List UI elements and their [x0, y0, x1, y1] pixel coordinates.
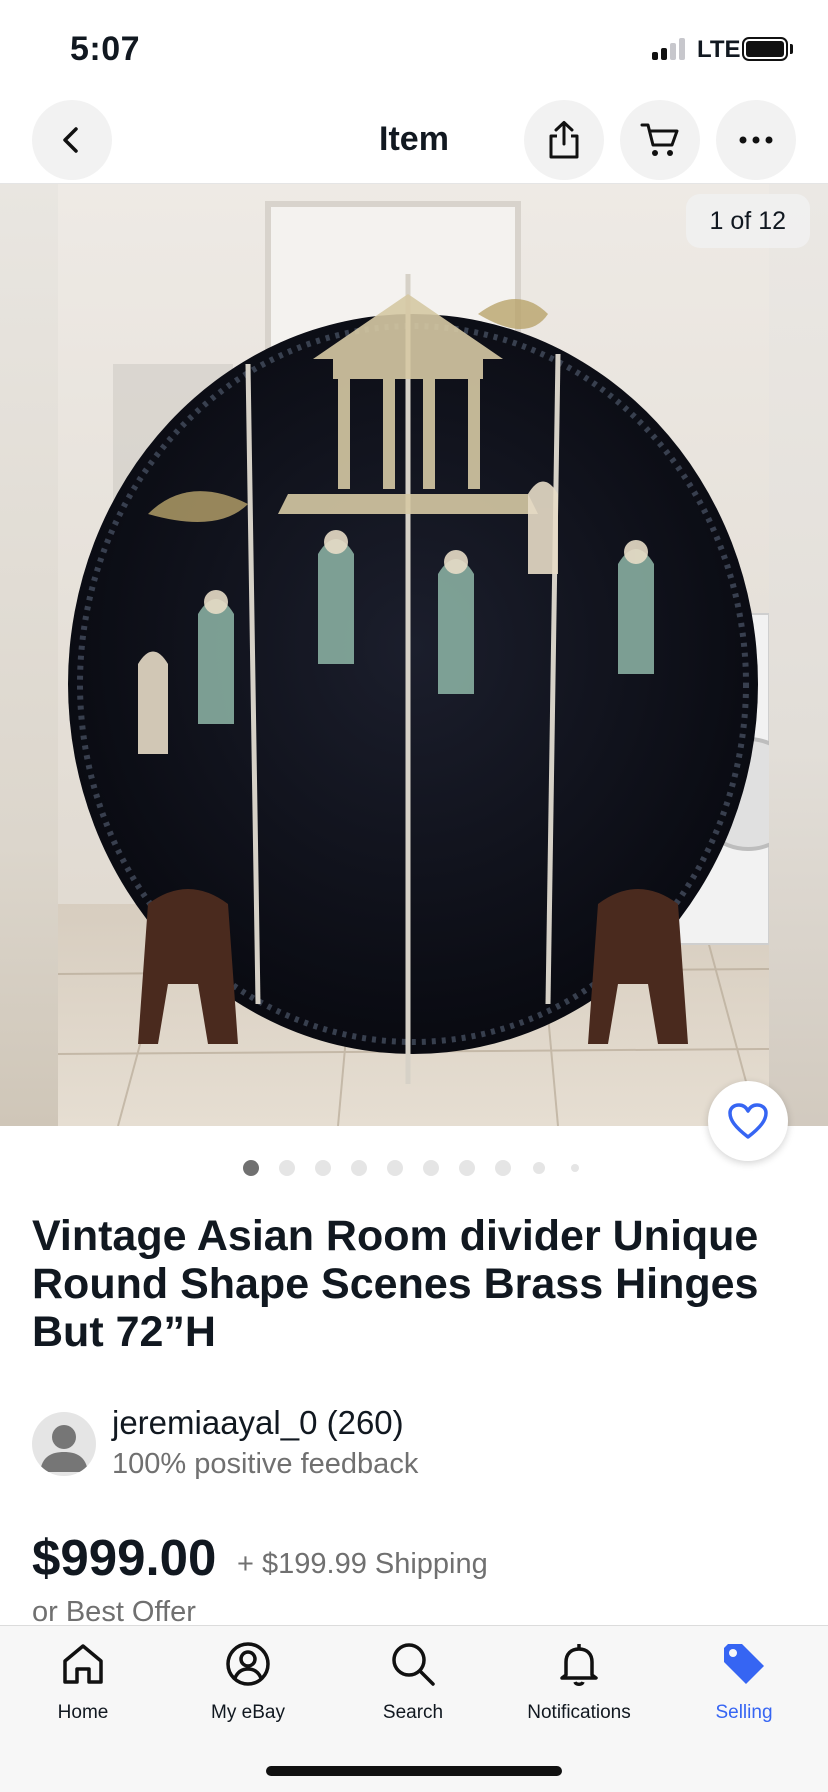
more-horizontal-icon [739, 136, 773, 144]
page-dot[interactable] [423, 1160, 439, 1176]
more-button[interactable] [716, 100, 796, 180]
user-avatar-icon [40, 1425, 88, 1472]
cart-icon [640, 123, 679, 156]
tab-notifications[interactable]: Notifications [496, 1638, 662, 1738]
photo-side-right [769, 184, 828, 1126]
seller-feedback: 100% positive feedback [112, 1448, 419, 1480]
tab-search[interactable]: Search [330, 1638, 496, 1738]
home-icon [57, 1638, 109, 1690]
back-button[interactable] [32, 100, 112, 180]
page-dot[interactable] [459, 1160, 475, 1176]
tab-selling[interactable]: Selling [661, 1638, 827, 1738]
tab-label: My eBay [211, 1702, 285, 1723]
watch-button[interactable] [708, 1081, 788, 1161]
tab-label: Search [382, 1702, 444, 1723]
share-icon [549, 121, 579, 159]
chevron-left-icon [63, 127, 78, 153]
shipping-cost: + $199.99 Shipping [237, 1548, 488, 1580]
page-dot[interactable] [243, 1160, 259, 1176]
bell-icon [553, 1638, 605, 1690]
tab-label: Notifications [527, 1702, 631, 1723]
nav-bar: Item [0, 96, 828, 184]
signal-bars-icon [652, 38, 685, 60]
status-time: 5:07 [70, 30, 141, 68]
tab-label: Home [57, 1702, 109, 1723]
image-gallery[interactable]: 1 of 12 [0, 184, 828, 1126]
avatar[interactable] [32, 1412, 96, 1476]
search-icon [387, 1638, 439, 1690]
tag-icon [718, 1638, 770, 1690]
image-counter: 1 of 12 [685, 194, 810, 248]
page-title: Item [379, 120, 449, 158]
listing-photo[interactable] [58, 184, 769, 1126]
photo-side-left [0, 184, 58, 1126]
page-dot[interactable] [315, 1160, 331, 1176]
page-dot[interactable] [279, 1160, 295, 1176]
page-dot[interactable] [495, 1160, 511, 1176]
share-button[interactable] [524, 100, 604, 180]
seller-info[interactable]: jeremiaayal_0 (260) 100% positive feedba… [32, 1404, 792, 1484]
seller-name[interactable]: jeremiaayal_0 (260) [112, 1404, 404, 1442]
page-dot[interactable] [533, 1162, 545, 1174]
page-dot[interactable] [351, 1160, 367, 1176]
cart-button[interactable] [620, 100, 700, 180]
status-bar: 5:07 LTE [0, 0, 828, 96]
page-dot[interactable] [387, 1160, 403, 1176]
home-indicator [266, 1766, 562, 1776]
battery-cap [790, 44, 793, 54]
tab-home[interactable]: Home [0, 1638, 166, 1738]
gallery-pagination [0, 1160, 828, 1176]
user-circle-icon [222, 1638, 274, 1690]
tab-my-ebay[interactable]: My eBay [165, 1638, 331, 1738]
battery-icon [742, 37, 788, 61]
network-label: LTE [697, 36, 741, 63]
price: $999.00 [32, 1529, 217, 1586]
listing-title: Vintage Asian Room divider Unique Round … [32, 1212, 759, 1356]
tab-label: Selling [715, 1702, 773, 1723]
heart-icon [728, 1103, 768, 1139]
page-dot[interactable] [571, 1164, 579, 1172]
